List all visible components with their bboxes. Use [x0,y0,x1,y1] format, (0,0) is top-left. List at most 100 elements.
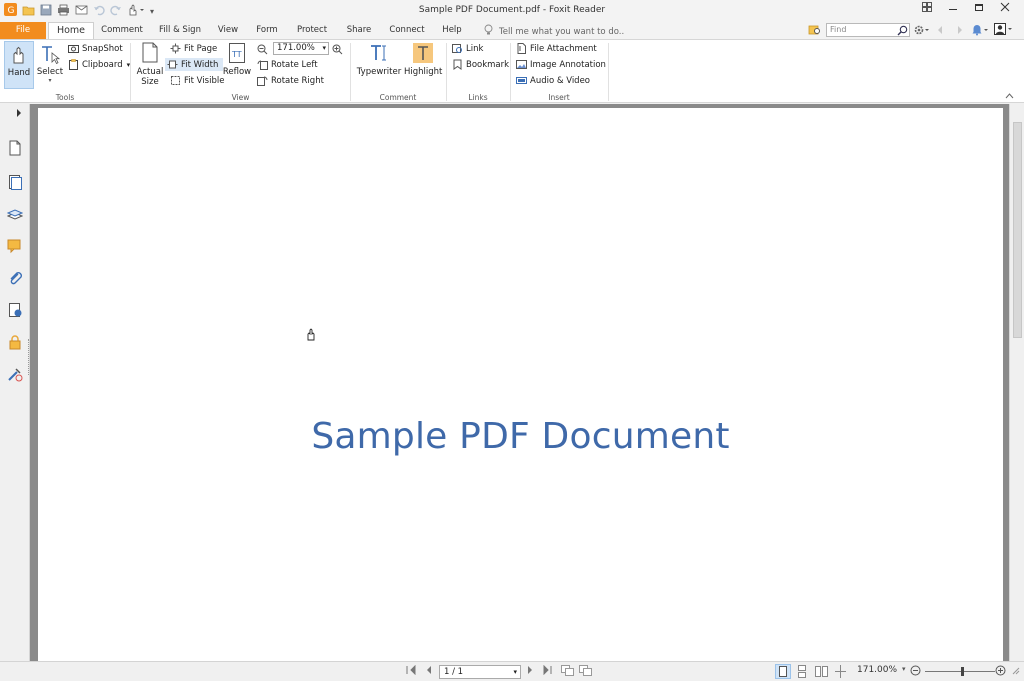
status-zoom-out-icon[interactable] [910,665,921,679]
typewriter-button[interactable]: Typewriter [356,42,402,84]
page-thumbnails-icon[interactable] [7,140,23,156]
pdf-page[interactable]: Sample PDF Document [38,108,1003,661]
signatures-panel-icon[interactable] [7,302,23,318]
ribbon-tabs: File Home Comment Fill & Sign View Form … [0,22,1024,40]
next-view-icon[interactable] [579,665,592,679]
tab-form[interactable]: Form [250,22,284,39]
window-controls [914,2,1018,18]
find-options-icon[interactable] [808,24,822,39]
tab-help[interactable]: Help [437,22,467,39]
notification-bell-icon[interactable] [972,24,989,39]
select-tool-button[interactable]: Select ▾ [36,41,64,89]
search-icon[interactable] [897,25,908,39]
security-lock-icon[interactable] [7,334,23,350]
hand-tool-button[interactable]: Hand [4,41,34,89]
bookmarks-panel-icon[interactable] [7,174,23,190]
tell-me-search[interactable]: Tell me what you want to do.. [484,24,624,39]
zoom-in-icon[interactable] [332,44,343,58]
user-account-icon[interactable] [994,23,1014,39]
document-viewport[interactable]: Sample PDF Document [30,104,1009,661]
actual-size-button[interactable]: Actual Size [135,42,165,92]
snapshot-label: SnapShot [82,43,123,54]
snapshot-button[interactable]: SnapShot [68,43,123,54]
status-bar: 1 / 1 ▾ 171.00% ▾ [0,661,1024,681]
clipboard-button[interactable]: Clipboard ▾ [68,59,130,70]
vertical-scrollbar[interactable] [1009,104,1024,661]
actual-size-label-1: Actual [136,67,164,77]
facing-view-icon[interactable] [815,665,828,681]
svg-text:TT: TT [231,50,242,59]
restore-button[interactable] [966,2,992,18]
expand-panel-icon[interactable] [16,109,22,120]
tab-connect[interactable]: Connect [384,22,430,39]
tab-comment[interactable]: Comment [98,22,146,39]
file-attachment-button[interactable]: File Attachment [516,43,597,54]
previous-view-icon[interactable] [561,665,574,679]
insert-group-label: Insert [548,93,570,102]
reflow-label: Reflow [222,67,252,77]
single-page-view-icon[interactable] [775,664,791,679]
zoom-value: 171.00% [277,43,315,53]
attachments-paperclip-icon[interactable] [7,270,23,286]
settings-gear-icon[interactable] [913,24,931,39]
bookmark-label: Bookmark [466,59,510,70]
status-zoom-in-icon[interactable] [995,665,1006,679]
continuous-facing-view-icon[interactable] [834,665,847,681]
previous-page-icon[interactable] [424,665,432,678]
page-number-input[interactable]: 1 / 1 ▾ [439,665,521,679]
separator [608,43,609,101]
nav-back-icon[interactable] [936,25,944,38]
tab-fill-sign[interactable]: Fill & Sign [152,22,208,39]
fit-visible-icon [170,75,181,86]
zoom-slider-thumb[interactable] [961,667,964,676]
tab-view[interactable]: View [212,22,244,39]
rotate-right-button[interactable]: Rotate Right [257,75,324,86]
zoom-out-icon[interactable] [257,44,268,58]
fit-page-button[interactable]: Fit Page [167,43,220,54]
fit-visible-button[interactable]: Fit Visible [167,75,227,86]
fit-width-button[interactable]: Fit Width [165,58,224,71]
zoom-slider[interactable] [925,667,995,676]
status-zoom-value[interactable]: 171.00% [857,665,897,675]
lightbulb-icon [484,24,493,39]
select-text-icon [36,44,64,67]
next-page-icon[interactable] [527,665,535,678]
tab-share[interactable]: Share [340,22,378,39]
layers-icon[interactable] [6,206,24,222]
hand-cursor-icon [305,327,317,344]
tab-protect[interactable]: Protect [291,22,333,39]
resize-grip-icon[interactable] [1010,665,1020,678]
first-page-icon[interactable] [406,664,417,678]
rotate-left-button[interactable]: Rotate Left [257,59,318,70]
highlight-label: Highlight [404,67,443,77]
audio-video-button[interactable]: Audio & Video [516,75,590,86]
link-button[interactable]: Link [452,43,483,54]
content-tools-icon[interactable] [7,366,23,382]
last-page-icon[interactable] [542,664,553,678]
comments-panel-icon[interactable] [7,238,23,254]
layout-icon[interactable] [914,2,940,18]
collapse-ribbon-icon[interactable] [1005,92,1014,102]
zoom-dropdown-icon: ▾ [322,44,326,52]
minimize-button[interactable] [940,2,966,18]
tab-file[interactable]: File [0,22,46,39]
continuous-view-icon[interactable] [796,665,808,681]
close-button[interactable] [992,2,1018,18]
bookmark-button[interactable]: Bookmark [452,59,509,70]
zoom-select[interactable]: 171.00% ▾ [273,42,329,55]
fit-page-icon [170,43,181,54]
window-title: Sample PDF Document.pdf - Foxit Reader [418,5,606,15]
tab-home[interactable]: Home [48,22,94,40]
status-zoom-dropdown-icon[interactable]: ▾ [902,665,906,673]
reflow-button[interactable]: TT Reflow [222,42,252,82]
image-annotation-label: Image Annotation [530,59,606,70]
scrollbar-thumb[interactable] [1013,122,1022,338]
nav-forward-icon[interactable] [956,25,964,38]
rotate-left-icon [257,59,268,70]
hand-icon [5,45,33,68]
image-annotation-button[interactable]: Image Annotation [516,59,606,70]
highlight-button[interactable]: Highlight [404,42,442,84]
link-label: Link [466,43,484,54]
file-attachment-icon [516,43,527,54]
links-group-label: Links [468,93,488,102]
